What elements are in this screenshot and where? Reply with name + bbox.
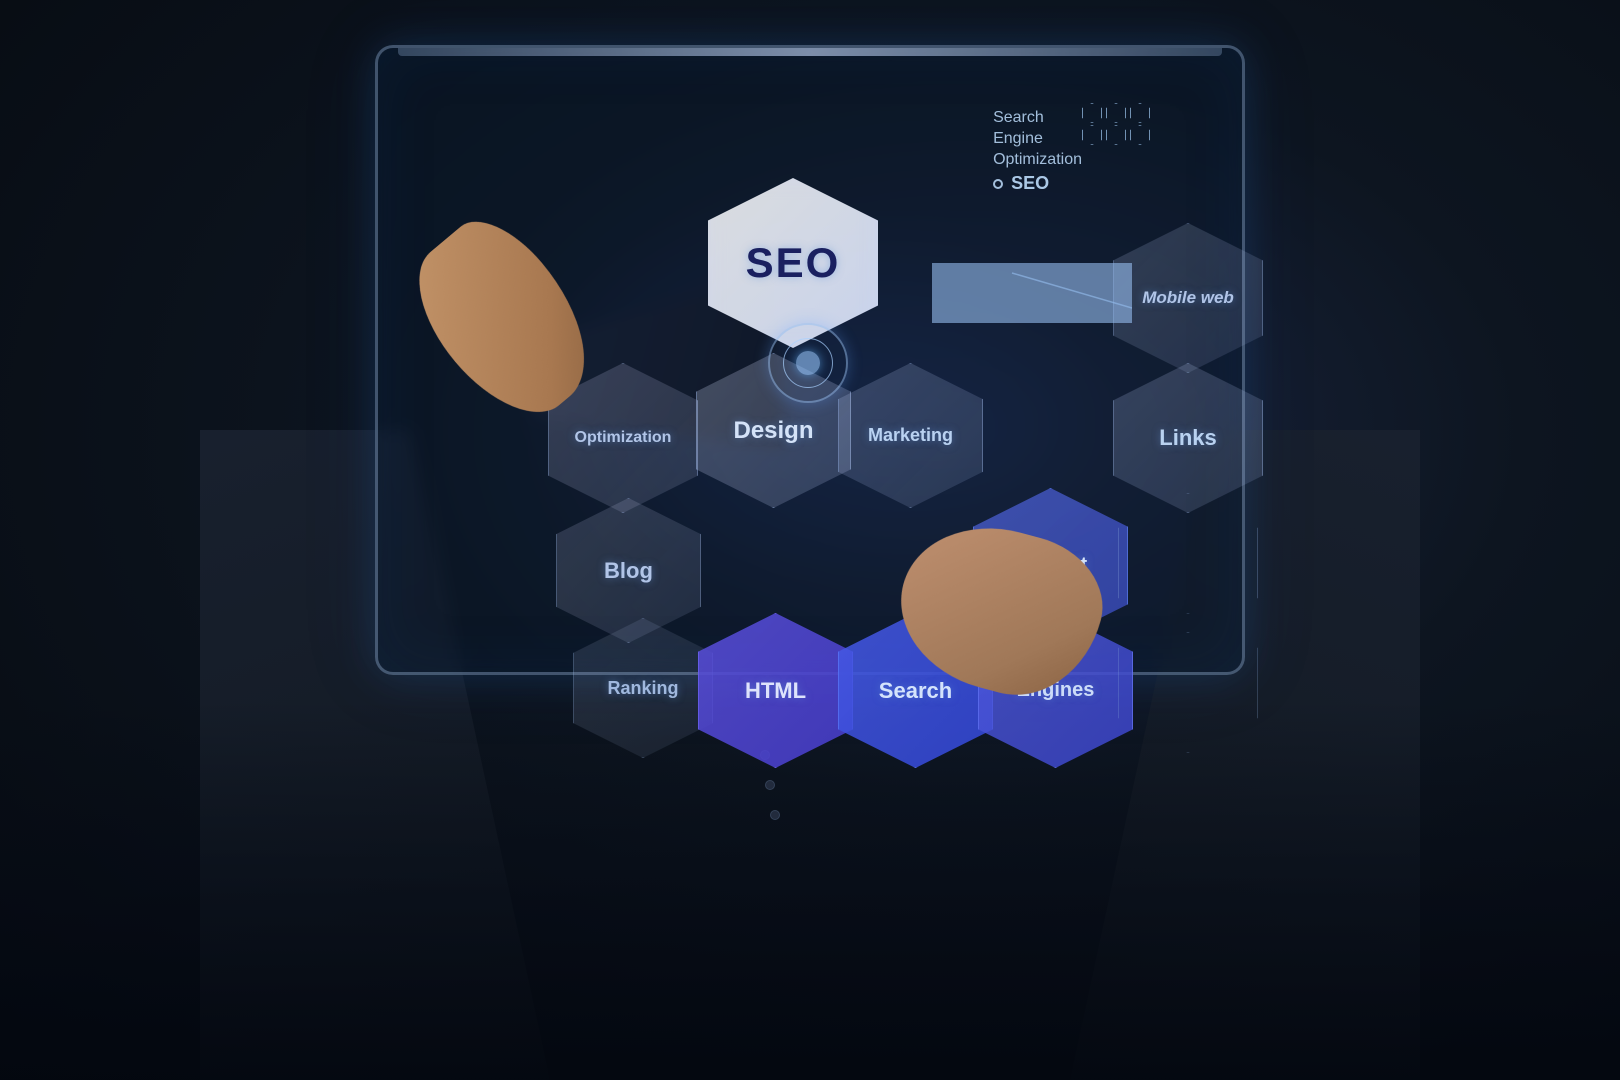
touch-dot	[796, 351, 820, 375]
hex-links	[1113, 363, 1263, 513]
seo-dot-indicator	[993, 179, 1003, 189]
hex-blog	[556, 498, 701, 643]
suit-button-2	[765, 780, 775, 790]
mini-hex-1	[1082, 103, 1102, 123]
seo-label-search: Search	[993, 108, 1082, 129]
person-lower-body	[0, 700, 1620, 1080]
mini-hex-5	[1106, 125, 1126, 145]
hex-marketing	[838, 363, 983, 508]
seo-label-seo-text: SEO	[1011, 172, 1049, 195]
seo-label-optimization: Optimization	[993, 150, 1082, 171]
connection-line-seo	[932, 263, 1132, 323]
seo-label-seo-marker: SEO	[993, 172, 1082, 195]
hex-outline-1	[1118, 493, 1258, 633]
touch-interaction-point	[768, 323, 848, 403]
mini-hex-2	[1106, 103, 1126, 123]
mini-hex-3	[1130, 103, 1150, 123]
mini-hex-4	[1082, 125, 1102, 145]
tablet-top-bar	[398, 48, 1222, 56]
seo-annotation: Search Engine Optimization SEO	[993, 108, 1082, 196]
seo-label-engine: Engine	[993, 129, 1082, 150]
suit-button-3	[770, 810, 780, 820]
mini-hex-6	[1130, 125, 1150, 145]
honeycomb-icon	[1082, 103, 1152, 145]
hex-mobile-web	[1113, 223, 1263, 373]
